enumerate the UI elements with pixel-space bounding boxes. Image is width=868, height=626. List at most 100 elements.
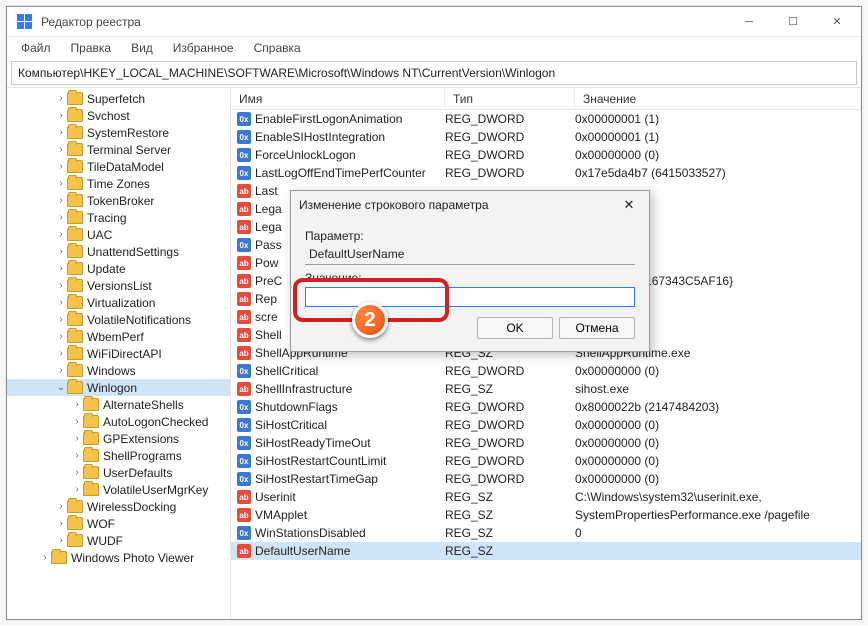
tree-item[interactable]: › AutoLogonChecked xyxy=(7,413,230,430)
chevron-right-icon[interactable]: › xyxy=(55,161,67,172)
table-row[interactable]: 0xForceUnlockLogonREG_DWORD0x00000000 (0… xyxy=(231,146,861,164)
table-row[interactable]: abShellInfrastructureREG_SZsihost.exe xyxy=(231,380,861,398)
tree-item[interactable]: ⌄Winlogon xyxy=(7,379,230,396)
menu-favorites[interactable]: Избранное xyxy=(165,39,242,57)
table-row[interactable]: 0xShellCriticalREG_DWORD0x00000000 (0) xyxy=(231,362,861,380)
cancel-button[interactable]: Отмена xyxy=(559,317,635,339)
param-name-field: DefaultUserName xyxy=(305,245,635,265)
tree-item[interactable]: ›ShellPrograms xyxy=(7,447,230,464)
tree-item[interactable]: ›SystemRestore xyxy=(7,124,230,141)
chevron-right-icon[interactable]: › xyxy=(71,484,83,495)
chevron-right-icon[interactable]: › xyxy=(55,331,67,342)
chevron-right-icon[interactable]: › xyxy=(55,280,67,291)
chevron-right-icon[interactable]: › xyxy=(55,314,67,325)
menu-edit[interactable]: Правка xyxy=(63,39,120,57)
cell-name: 0xSiHostRestartTimeGap xyxy=(237,472,445,486)
reg-sz-icon: ab xyxy=(237,346,251,360)
chevron-right-icon[interactable]: › xyxy=(71,467,83,478)
chevron-right-icon[interactable]: › xyxy=(55,178,67,189)
values-list[interactable]: 0xEnableFirstLogonAnimationREG_DWORD0x00… xyxy=(231,110,861,619)
tree-item-label: AutoLogonChecked xyxy=(103,415,208,429)
chevron-down-icon[interactable]: ⌄ xyxy=(55,382,67,393)
chevron-right-icon[interactable]: › xyxy=(55,535,67,546)
tree-item[interactable]: ›TileDataModel xyxy=(7,158,230,175)
table-row[interactable]: 0xLastLogOffEndTimePerfCounterREG_DWORD0… xyxy=(231,164,861,182)
tree-item[interactable]: ›WirelessDocking xyxy=(7,498,230,515)
chevron-right-icon[interactable]: › xyxy=(55,297,67,308)
col-name[interactable]: Имя xyxy=(231,88,445,109)
chevron-right-icon[interactable]: › xyxy=(55,229,67,240)
folder-icon xyxy=(67,211,83,224)
menu-help[interactable]: Справка xyxy=(246,39,309,57)
tree-item[interactable]: ›Time Zones xyxy=(7,175,230,192)
cell-value: 0x00000000 (0) xyxy=(575,418,861,432)
menu-view[interactable]: Вид xyxy=(123,39,161,57)
tree-item[interactable]: ›VolatileUserMgrKey xyxy=(7,481,230,498)
table-row[interactable]: 0xEnableSIHostIntegrationREG_DWORD0x0000… xyxy=(231,128,861,146)
chevron-right-icon[interactable]: › xyxy=(55,195,67,206)
maximize-button[interactable]: ☐ xyxy=(771,7,815,37)
cell-value: C:\Windows\system32\userinit.exe, xyxy=(575,490,861,504)
tree-item[interactable]: ›VolatileNotifications xyxy=(7,311,230,328)
table-row[interactable]: abVMAppletREG_SZSystemPropertiesPerforma… xyxy=(231,506,861,524)
menu-file[interactable]: Файл xyxy=(13,39,59,57)
tree-item[interactable]: ›Svchost xyxy=(7,107,230,124)
chevron-right-icon[interactable]: › xyxy=(71,433,83,444)
close-button[interactable]: ✕ xyxy=(815,7,859,37)
tree-item[interactable]: ›Terminal Server xyxy=(7,141,230,158)
chevron-right-icon[interactable]: › xyxy=(55,501,67,512)
value-name: ShutdownFlags xyxy=(255,400,338,414)
tree-item[interactable]: ›Windows Photo Viewer xyxy=(7,549,230,566)
tree-item[interactable]: ›Update xyxy=(7,260,230,277)
chevron-right-icon[interactable]: › xyxy=(55,518,67,529)
tree-item[interactable]: ›Windows xyxy=(7,362,230,379)
tree-item[interactable]: ›WbemPerf xyxy=(7,328,230,345)
chevron-right-icon[interactable]: › xyxy=(71,399,83,410)
tree-item[interactable]: ›AlternateShells xyxy=(7,396,230,413)
tree-item[interactable]: ›UnattendSettings xyxy=(7,243,230,260)
table-row[interactable]: 0xSiHostRestartCountLimitREG_DWORD0x0000… xyxy=(231,452,861,470)
table-row[interactable]: 0xWinStationsDisabledREG_SZ0 xyxy=(231,524,861,542)
value-input[interactable] xyxy=(305,287,635,307)
tree-item[interactable]: ›Virtualization xyxy=(7,294,230,311)
table-row[interactable]: 0xSiHostReadyTimeOutREG_DWORD0x00000000 … xyxy=(231,434,861,452)
chevron-right-icon[interactable]: › xyxy=(39,552,51,563)
folder-icon xyxy=(83,483,99,496)
table-row[interactable]: 0xSiHostRestartTimeGapREG_DWORD0x0000000… xyxy=(231,470,861,488)
ok-button[interactable]: OK xyxy=(477,317,553,339)
chevron-right-icon[interactable]: › xyxy=(55,348,67,359)
tree-item[interactable]: ›UAC xyxy=(7,226,230,243)
chevron-right-icon[interactable]: › xyxy=(55,212,67,223)
chevron-right-icon[interactable]: › xyxy=(55,365,67,376)
col-value[interactable]: Значение xyxy=(575,88,861,109)
table-row[interactable]: 0xShutdownFlagsREG_DWORD0x8000022b (2147… xyxy=(231,398,861,416)
chevron-right-icon[interactable]: › xyxy=(55,246,67,257)
minimize-button[interactable]: ─ xyxy=(727,7,771,37)
chevron-right-icon[interactable]: › xyxy=(55,110,67,121)
chevron-right-icon[interactable]: › xyxy=(55,127,67,138)
chevron-right-icon[interactable]: › xyxy=(71,416,83,427)
cell-type: REG_DWORD xyxy=(445,148,575,162)
chevron-right-icon[interactable]: › xyxy=(55,263,67,274)
address-bar[interactable]: Компьютер\HKEY_LOCAL_MACHINE\SOFTWARE\Mi… xyxy=(11,61,857,85)
tree-item[interactable]: ›Superfetch xyxy=(7,90,230,107)
chevron-right-icon[interactable]: › xyxy=(55,144,67,155)
chevron-right-icon[interactable]: › xyxy=(55,93,67,104)
tree-item[interactable]: ›VersionsList xyxy=(7,277,230,294)
tree-item[interactable]: ›UserDefaults xyxy=(7,464,230,481)
tree-item[interactable]: ›Tracing xyxy=(7,209,230,226)
tree-item[interactable]: ›WOF xyxy=(7,515,230,532)
chevron-right-icon[interactable]: › xyxy=(71,450,83,461)
tree-pane[interactable]: ›Superfetch›Svchost›SystemRestore›Termin… xyxy=(7,88,231,619)
table-row[interactable]: abDefaultUserNameREG_SZ xyxy=(231,542,861,560)
table-row[interactable]: 0xSiHostCriticalREG_DWORD0x00000000 (0) xyxy=(231,416,861,434)
col-type[interactable]: Тип xyxy=(445,88,575,109)
table-row[interactable]: 0xEnableFirstLogonAnimationREG_DWORD0x00… xyxy=(231,110,861,128)
tree-item[interactable]: ›WiFiDirectAPI xyxy=(7,345,230,362)
table-row[interactable]: abUserinitREG_SZC:\Windows\system32\user… xyxy=(231,488,861,506)
dialog-close-icon[interactable]: ✕ xyxy=(617,197,641,213)
tree-item[interactable]: ›WUDF xyxy=(7,532,230,549)
tree-item[interactable]: ›GPExtensions xyxy=(7,430,230,447)
cell-value: 0 xyxy=(575,526,861,540)
tree-item[interactable]: ›TokenBroker xyxy=(7,192,230,209)
